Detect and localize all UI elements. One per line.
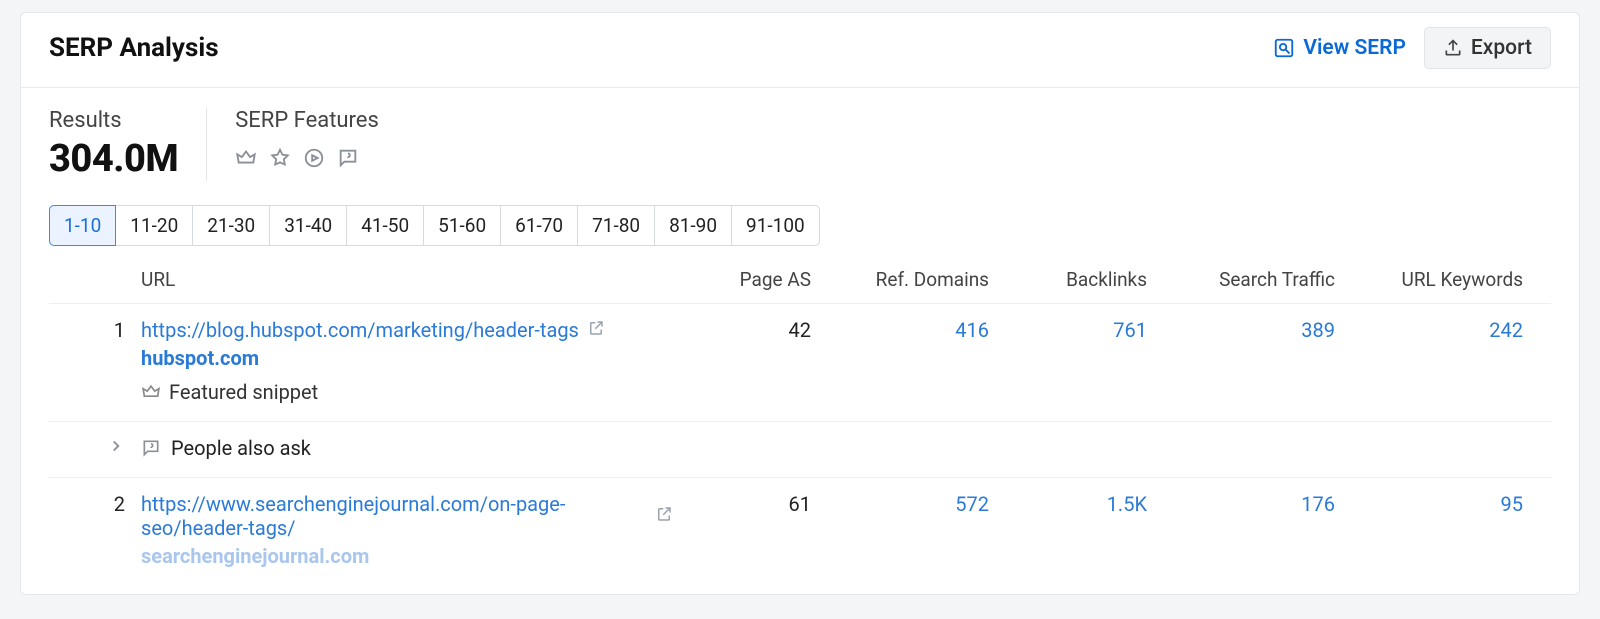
video-icon bbox=[303, 147, 325, 169]
result-url-link[interactable]: https://blog.hubspot.com/marketing/heade… bbox=[141, 318, 605, 342]
backlinks-cell[interactable]: 1.5K bbox=[997, 492, 1147, 516]
col-page-as: Page AS bbox=[681, 268, 811, 291]
divider bbox=[206, 108, 207, 181]
serp-features-label: SERP Features bbox=[235, 108, 379, 133]
range-tabs: 1-1011-2021-3031-4041-5051-6061-7071-808… bbox=[49, 205, 1551, 246]
serp-features-stat: SERP Features bbox=[235, 108, 379, 181]
page-as-cell: 42 bbox=[681, 318, 811, 342]
serp-table: URL Page AS Ref. Domains Backlinks Searc… bbox=[49, 268, 1551, 582]
view-serp-button[interactable]: View SERP bbox=[1273, 36, 1406, 60]
paa-row: People also ask bbox=[49, 421, 1551, 477]
upload-icon bbox=[1443, 38, 1463, 58]
results-label: Results bbox=[49, 108, 178, 133]
stats-row: Results 304.0M SERP Features bbox=[49, 108, 1551, 181]
ref-domains-cell[interactable]: 572 bbox=[819, 492, 989, 516]
result-domain-link[interactable]: searchenginejournal.com bbox=[141, 544, 673, 568]
range-tab[interactable]: 31-40 bbox=[269, 205, 346, 246]
page-as-cell: 61 bbox=[681, 492, 811, 516]
panel-body: Results 304.0M SERP Features bbox=[21, 88, 1579, 594]
col-backlinks: Backlinks bbox=[997, 268, 1147, 291]
people-also-ask-toggle[interactable]: People also ask bbox=[141, 436, 311, 460]
range-tab[interactable]: 1-10 bbox=[49, 205, 116, 246]
rank-cell: 2 bbox=[77, 492, 133, 516]
range-tab[interactable]: 51-60 bbox=[423, 205, 500, 246]
col-search-traffic: Search Traffic bbox=[1155, 268, 1335, 291]
rank-cell: 1 bbox=[77, 318, 133, 342]
results-stat: Results 304.0M bbox=[49, 108, 178, 181]
url-text: https://www.searchenginejournal.com/on-p… bbox=[141, 492, 647, 540]
range-tab[interactable]: 21-30 bbox=[192, 205, 269, 246]
range-tab[interactable]: 71-80 bbox=[577, 205, 654, 246]
range-tab[interactable]: 41-50 bbox=[346, 205, 423, 246]
rank-cell bbox=[77, 436, 133, 460]
backlinks-cell[interactable]: 761 bbox=[997, 318, 1147, 342]
export-button[interactable]: Export bbox=[1424, 27, 1551, 69]
result-domain-link[interactable]: hubspot.com bbox=[141, 346, 673, 370]
crown-icon bbox=[141, 382, 161, 402]
magnifier-page-icon bbox=[1273, 37, 1295, 59]
table-header: URL Page AS Ref. Domains Backlinks Searc… bbox=[49, 268, 1551, 303]
serp-analysis-panel: SERP Analysis View SERP bbox=[20, 12, 1580, 595]
url-cell: People also ask bbox=[141, 436, 673, 463]
results-value: 304.0M bbox=[49, 137, 178, 181]
url-keywords-cell[interactable]: 242 bbox=[1343, 318, 1523, 342]
serp-feature-icons bbox=[235, 147, 379, 169]
url-keywords-cell[interactable]: 95 bbox=[1343, 492, 1523, 516]
range-tab[interactable]: 11-20 bbox=[116, 205, 192, 246]
view-serp-label: View SERP bbox=[1303, 36, 1406, 60]
people-also-ask-icon bbox=[337, 147, 359, 169]
range-tab[interactable]: 61-70 bbox=[500, 205, 577, 246]
url-cell: https://blog.hubspot.com/marketing/heade… bbox=[141, 318, 673, 407]
serp-feature-badge: Featured snippet bbox=[141, 380, 318, 404]
external-link-icon bbox=[587, 318, 605, 342]
col-url-keywords: URL Keywords bbox=[1343, 268, 1523, 291]
panel-header: SERP Analysis View SERP bbox=[21, 13, 1579, 88]
table-row: 1 https://blog.hubspot.com/marketing/head… bbox=[49, 303, 1551, 421]
range-tab[interactable]: 91-100 bbox=[731, 205, 820, 246]
search-traffic-cell[interactable]: 176 bbox=[1155, 492, 1335, 516]
table-row: 2 https://www.searchenginejournal.com/on-… bbox=[49, 477, 1551, 582]
people-also-ask-icon bbox=[141, 438, 161, 458]
chevron-right-icon[interactable] bbox=[107, 436, 125, 460]
export-label: Export bbox=[1471, 36, 1532, 60]
crown-icon bbox=[235, 147, 257, 169]
table-body: 1 https://blog.hubspot.com/marketing/head… bbox=[49, 303, 1551, 582]
external-link-icon bbox=[655, 504, 673, 528]
paa-label: People also ask bbox=[171, 436, 311, 460]
url-cell: https://www.searchenginejournal.com/on-p… bbox=[141, 492, 673, 568]
col-url: URL bbox=[141, 268, 673, 291]
range-tab[interactable]: 81-90 bbox=[654, 205, 731, 246]
search-traffic-cell[interactable]: 389 bbox=[1155, 318, 1335, 342]
url-text: https://blog.hubspot.com/marketing/heade… bbox=[141, 318, 579, 342]
feature-label: Featured snippet bbox=[169, 380, 318, 404]
ref-domains-cell[interactable]: 416 bbox=[819, 318, 989, 342]
star-icon bbox=[269, 147, 291, 169]
panel-title: SERP Analysis bbox=[49, 33, 219, 63]
col-ref-domains: Ref. Domains bbox=[819, 268, 989, 291]
header-actions: View SERP Export bbox=[1273, 27, 1551, 69]
result-url-link[interactable]: https://www.searchenginejournal.com/on-p… bbox=[141, 492, 673, 540]
